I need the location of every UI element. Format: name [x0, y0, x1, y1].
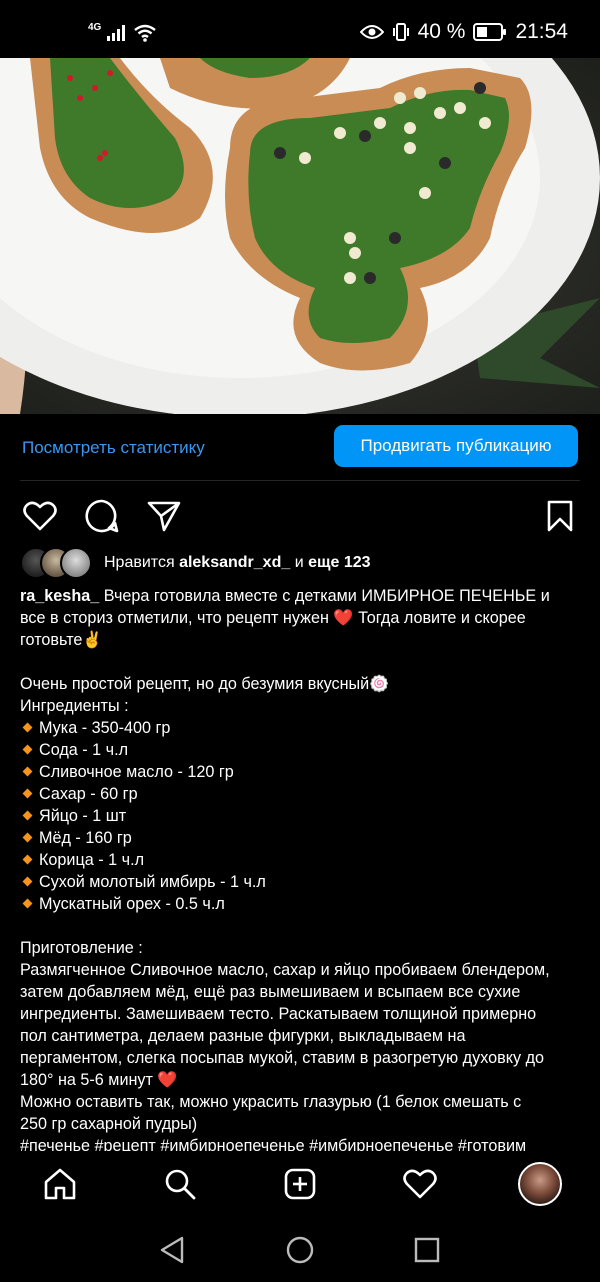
- caption-line: пергаментом, слегка посыпав мукой, стави…: [20, 1049, 545, 1067]
- ingredient-text: Корица - 1 ч.л: [39, 851, 145, 869]
- ingredient-item: Мука - 350-400 гр: [20, 717, 582, 739]
- caption-line: пол сантиметра, делаем разные фигурки, в…: [20, 1027, 466, 1045]
- ingredient-item: Яйцо - 1 шт: [20, 805, 582, 827]
- post-actions: [0, 494, 600, 538]
- nav-activity[interactable]: [398, 1162, 442, 1206]
- diamond-bullet-icon: [22, 898, 33, 909]
- back-button[interactable]: [154, 1232, 190, 1268]
- network-type: 4G: [88, 22, 102, 33]
- system-nav: [0, 1218, 600, 1282]
- like-button[interactable]: [18, 494, 62, 538]
- caption-line: #печенье #рецепт #имбирноепеченье #имбир…: [20, 1137, 527, 1151]
- clock: 21:54: [515, 20, 568, 43]
- diamond-bullet-icon: [22, 766, 33, 777]
- home-icon: [44, 1168, 76, 1200]
- heart-icon: [403, 1169, 437, 1199]
- likes-row[interactable]: Нравится aleksandr_xd_ и еще 123: [20, 547, 371, 579]
- signal-icon: [107, 24, 126, 41]
- ingredient-item: Мускатный орех - 0.5 ч.л: [20, 893, 582, 915]
- ingredient-text: Сахар - 60 гр: [39, 785, 138, 803]
- gingerbread-cookies-photo: [0, 58, 600, 414]
- comment-icon: [85, 499, 119, 533]
- post-photo[interactable]: [0, 58, 600, 414]
- battery-percent: 40 %: [417, 20, 466, 43]
- diamond-bullet-icon: [22, 744, 33, 755]
- divider: [20, 480, 580, 481]
- vibrate-icon: [392, 23, 409, 41]
- caption-username[interactable]: ra_kesha_: [20, 587, 99, 605]
- caption-line: Можно оставить так, можно украсить глазу…: [20, 1093, 522, 1111]
- likes-text: Нравится aleksandr_xd_ и еще 123: [104, 554, 371, 572]
- nav-profile[interactable]: [518, 1162, 562, 1206]
- caption-line: готовьте✌️: [20, 631, 103, 649]
- ingredient-item: Сахар - 60 гр: [20, 783, 582, 805]
- recents-button[interactable]: [409, 1232, 445, 1268]
- diamond-bullet-icon: [22, 854, 33, 865]
- promo-row: Посмотреть статистику Продвигать публика…: [0, 414, 600, 480]
- nav-create[interactable]: [278, 1162, 322, 1206]
- send-icon: [147, 501, 181, 532]
- home-circle-icon: [286, 1236, 314, 1264]
- save-button[interactable]: [538, 494, 582, 538]
- ingredient-text: Сода - 1 ч.л: [39, 741, 129, 759]
- liker-username[interactable]: aleksandr_xd_: [179, 554, 290, 571]
- diamond-bullet-icon: [22, 810, 33, 821]
- diamond-bullet-icon: [22, 876, 33, 887]
- caption-first-line: Вчера готовила вместе с детками ИМБИРНОЕ…: [103, 587, 550, 605]
- likes-count[interactable]: еще 123: [308, 554, 370, 571]
- profile-avatar: [518, 1162, 562, 1206]
- caption-line: затем добавляем мёд, ещё раз вымешиваем …: [20, 983, 521, 1001]
- caption-line: 250 гр сахарной пудры): [20, 1115, 198, 1133]
- ingredient-text: Мускатный орех - 0.5 ч.л: [39, 895, 225, 913]
- likes-and: и: [294, 554, 304, 571]
- ingredient-text: Сухой молотый имбирь - 1 ч.л: [39, 873, 266, 891]
- ingredient-text: Яйцо - 1 шт: [39, 807, 127, 825]
- caption-line: 180° на 5-6 минут ❤️: [20, 1071, 178, 1089]
- heart-icon: [23, 501, 57, 531]
- nav-search[interactable]: [158, 1162, 202, 1206]
- diamond-bullet-icon: [22, 788, 33, 799]
- search-icon: [165, 1169, 196, 1200]
- ingredient-text: Сливочное масло - 120 гр: [39, 763, 234, 781]
- caption-line: все в сториз отметили, что рецепт нужен …: [20, 609, 526, 627]
- share-button[interactable]: [142, 494, 186, 538]
- ingredient-text: Мёд - 160 гр: [39, 829, 132, 847]
- add-post-icon: [284, 1168, 316, 1200]
- ingredient-item: Корица - 1 ч.л: [20, 849, 582, 871]
- nav-home[interactable]: [38, 1162, 82, 1206]
- back-triangle-icon: [160, 1236, 184, 1264]
- battery-icon: [473, 23, 507, 41]
- caption-line: [20, 651, 582, 673]
- ingredient-item: Мёд - 160 гр: [20, 827, 582, 849]
- home-system-button[interactable]: [282, 1232, 318, 1268]
- bottom-nav: [0, 1152, 600, 1218]
- likes-prefix: Нравится: [104, 554, 175, 571]
- diamond-bullet-icon: [22, 832, 33, 843]
- ingredient-item: Сода - 1 ч.л: [20, 739, 582, 761]
- caption-line: Очень простой рецепт, но до безумия вкус…: [20, 675, 390, 693]
- bookmark-icon: [547, 500, 573, 532]
- caption-line: [20, 915, 582, 937]
- ingredient-text: Мука - 350-400 гр: [39, 719, 171, 737]
- ingredient-item: Сливочное масло - 120 гр: [20, 761, 582, 783]
- ingredient-item: Сухой молотый имбирь - 1 ч.л: [20, 871, 582, 893]
- wifi-icon: [134, 24, 157, 42]
- status-bar: 4G 40 % 21:54: [0, 0, 600, 58]
- caption-line: Размягченное Сливочное масло, сахар и яй…: [20, 961, 550, 979]
- recents-square-icon: [414, 1237, 440, 1263]
- comment-button[interactable]: [80, 494, 124, 538]
- caption-line: Ингредиенты :: [20, 697, 129, 715]
- post-caption: ra_kesha_ Вчера готовила вместе с деткам…: [20, 585, 582, 1151]
- view-stats-link[interactable]: Посмотреть статистику: [22, 438, 205, 458]
- eye-icon: [359, 25, 384, 39]
- caption-line: ингредиенты. Замешиваем тесто. Раскатыва…: [20, 1005, 537, 1023]
- promote-button[interactable]: Продвигать публикацию: [334, 425, 578, 467]
- diamond-bullet-icon: [22, 722, 33, 733]
- avatar: [60, 547, 92, 579]
- caption-line: Приготовление :: [20, 939, 143, 957]
